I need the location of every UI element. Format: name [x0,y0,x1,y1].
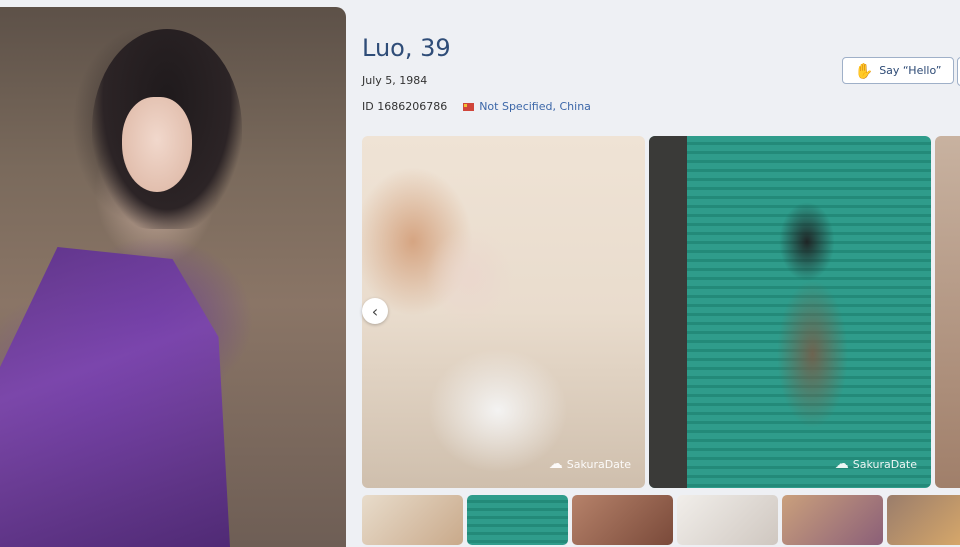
gallery-thumbnail[interactable] [572,495,673,545]
photo-detail-dress [0,247,230,547]
sakura-tree-icon: ☁ [834,456,849,472]
gallery-thumbnail[interactable] [362,495,463,545]
say-hello-button[interactable]: ✋ Say “Hello” [842,57,954,84]
profile-birthdate: July 5, 1984 [362,74,428,87]
watermark-label: SakuraDate [852,457,917,471]
gallery-photo[interactable]: ☁ SakuraDate [649,136,931,488]
profile-name-age: Luo, 39 [362,34,451,62]
profile-id: ID 1686206786 [362,100,448,113]
main-profile-photo[interactable] [0,7,346,547]
watermark: ☁ SakuraDate [549,456,631,472]
watermark-label: SakuraDate [566,457,631,471]
say-hello-label: Say “Hello” [879,64,942,77]
gallery-thumbnail[interactable] [887,495,960,545]
gallery-thumbnail[interactable] [677,495,778,545]
chevron-left-icon: ‹ [371,301,379,321]
watermark: ☁ SakuraDate [835,456,917,472]
gallery-thumbnail[interactable] [467,495,568,545]
photo-detail-face [122,97,192,192]
sakura-tree-icon: ☁ [548,456,563,472]
gallery-photo[interactable] [935,136,960,488]
gallery-thumbnail[interactable] [782,495,883,545]
gallery-photo[interactable]: ☁ SakuraDate [362,136,645,488]
china-flag-icon [463,102,475,111]
waving-hand-icon: ✋ [854,61,874,80]
profile-location[interactable]: Not Specified, China [479,100,591,113]
profile-id-line: ID 1686206786 Not Specified, China [362,100,591,113]
gallery-prev-button[interactable]: ‹ [362,298,388,324]
